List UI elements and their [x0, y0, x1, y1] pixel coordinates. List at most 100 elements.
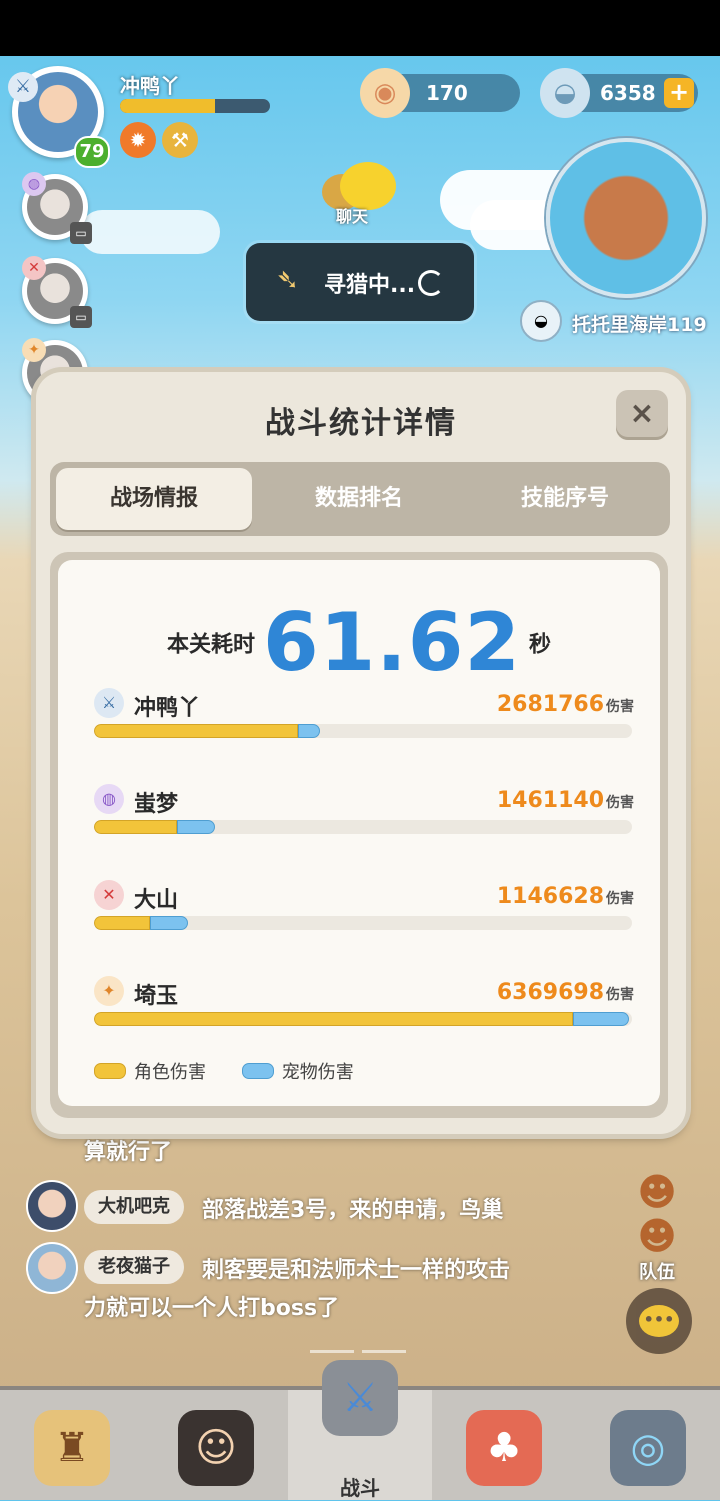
damage-value: 2681766 伤害 — [497, 692, 634, 717]
chat-message: 刺客要是和法师术士一样的攻击 — [202, 1258, 511, 1283]
flame-icon: ✦ — [94, 976, 124, 1006]
pearl-icon: ◉ — [360, 68, 410, 118]
damage-bar — [94, 1012, 632, 1026]
hunting-label: 寻猎中... — [324, 273, 416, 298]
chat-avatar[interactable] — [26, 1180, 78, 1232]
chat-input-button[interactable]: ••• — [626, 1288, 692, 1354]
sword-icon: ⚔ — [8, 72, 38, 102]
shell-location-icon: ◒ — [520, 300, 562, 342]
page-dot — [362, 1350, 406, 1353]
moon-icon: ◍ — [22, 172, 46, 196]
pearl-count: 170 — [426, 81, 468, 105]
player-name: 冲鸭丫 — [120, 74, 180, 98]
chat-dots-icon: ••• — [639, 1305, 679, 1337]
pet-damage-bar — [177, 820, 215, 834]
tab-skill-order[interactable]: 技能序号 — [462, 462, 668, 536]
damage-bar — [94, 724, 632, 738]
teammate-avatar[interactable]: ✕ ▭ — [22, 256, 92, 328]
chat-label: 聊天 — [336, 207, 369, 226]
page-indicator — [310, 1338, 414, 1357]
modal-title: 战斗统计详情 — [265, 406, 457, 441]
legend: 角色伤害 宠物伤害 — [94, 1058, 384, 1084]
player-name: 蚩梦 — [134, 792, 179, 817]
char-damage-bar — [94, 724, 298, 738]
chat-username[interactable]: 大机吧克 — [84, 1190, 184, 1224]
legend-pet-label: 宠物伤害 — [281, 1062, 354, 1083]
loading-spinner-icon — [418, 270, 444, 296]
stats-panel-inner: 本关耗时 61.62 秒 ⚔ 冲鸭丫 2681766 伤害 ◍ 蚩梦 1461140 伤… — [58, 560, 660, 1106]
cloud — [80, 210, 220, 254]
time-unit: 秒 — [529, 632, 552, 658]
damage-unit: 伤害 — [606, 699, 634, 715]
damage-number: 1146628 — [496, 884, 604, 909]
nav-pets[interactable]: ♣ — [432, 1390, 576, 1500]
time-label: 本关耗时 — [166, 632, 255, 658]
damage-value: 6369698 伤害 — [497, 980, 634, 1005]
fire-buff-icon[interactable]: ✹ — [120, 122, 156, 158]
character-icon: ☺ — [178, 1410, 254, 1486]
pet-damage-bar — [298, 724, 320, 738]
player-name: 冲鸭丫 — [134, 696, 201, 721]
shell-count: 6358 — [600, 81, 656, 105]
char-damage-bar — [94, 820, 177, 834]
add-currency-button[interactable]: + — [664, 78, 694, 108]
team-button[interactable]: ☻☻ 队伍 — [618, 1170, 696, 1283]
bottom-nav: ♜ ☺ ⚔ 战斗 ♣ ◎ — [0, 1360, 720, 1500]
sword-icon: ⚔ — [94, 688, 124, 718]
battle-sword-icon: ⚔ — [322, 1360, 398, 1436]
tab-battlefield-info[interactable]: 战场情报 — [56, 468, 252, 530]
chat-message: 部落战差3号，来的申请，鸟巢 — [202, 1198, 504, 1223]
pearl-currency[interactable]: ◉ 170 — [360, 68, 520, 118]
axe-buff-icon[interactable]: ⚒ — [162, 122, 198, 158]
pet-damage-bar — [573, 1012, 629, 1026]
chat-message-continued: 力就可以一个人打boss了 — [84, 1296, 340, 1321]
damage-unit: 伤害 — [606, 795, 634, 811]
close-button[interactable]: × — [616, 390, 668, 440]
player-name: 埼玉 — [134, 984, 179, 1009]
moon-icon: ◍ — [94, 784, 124, 814]
team-icon: ☻☻ — [637, 1170, 677, 1258]
tab-bar: 战场情报 数据排名 技能序号 — [50, 462, 670, 536]
hp-bar — [120, 99, 270, 113]
legend-char-swatch — [94, 1063, 126, 1079]
nav-portal[interactable]: ◎ — [576, 1390, 720, 1500]
minimap[interactable] — [546, 138, 706, 298]
screen-icon: ▭ — [70, 222, 92, 244]
nav-tribe[interactable]: ♜ — [0, 1390, 144, 1500]
tab-data-ranking[interactable]: 数据排名 — [256, 462, 462, 536]
stats-panel: 本关耗时 61.62 秒 ⚔ 冲鸭丫 2681766 伤害 ◍ 蚩梦 1461140 伤… — [50, 552, 668, 1118]
char-damage-bar — [94, 1012, 573, 1026]
nav-character[interactable]: ☺ — [144, 1390, 288, 1500]
legend-char-label: 角色伤害 — [134, 1062, 206, 1083]
damage-number: 2681766 — [496, 692, 604, 717]
location-label: 托托里海岸119 — [572, 314, 707, 336]
nav-battle[interactable]: ⚔ 战斗 — [288, 1360, 432, 1500]
nav-battle-label: 战斗 — [340, 1476, 380, 1500]
chat-username[interactable]: 老夜猫子 — [84, 1250, 184, 1284]
hp-bar-fill — [120, 99, 215, 113]
damage-number: 6369698 — [496, 980, 604, 1005]
damage-value: 1461140 伤害 — [497, 788, 634, 813]
level-badge: 79 — [74, 136, 110, 168]
time-row: 本关耗时 61.62 秒 — [58, 596, 660, 689]
damage-unit: 伤害 — [606, 891, 634, 907]
shell-currency[interactable]: ◒ 6358 + — [540, 68, 698, 118]
legend-pet-swatch — [241, 1063, 274, 1079]
horn-icon: ➴ — [276, 263, 300, 296]
dino-pet-icon: ♣ — [466, 1410, 542, 1486]
damage-value: 1146628 伤害 — [497, 884, 634, 909]
char-damage-bar — [94, 916, 150, 930]
chat-partial-line: 算就行了 — [84, 1140, 173, 1165]
teammate-avatar[interactable]: ◍ ▭ — [22, 172, 92, 244]
player-damage-row: ✕ 大山 1146628 伤害 — [94, 880, 634, 950]
battle-stats-modal: 战斗统计详情 × 战场情报 数据排名 技能序号 本关耗时 61.62 秒 ⚔ 冲鸭丫… — [36, 372, 686, 1134]
player-damage-row: ⚔ 冲鸭丫 2681766 伤害 — [94, 688, 634, 758]
damage-unit: 伤害 — [606, 987, 634, 1003]
tribe-icon: ♜ — [34, 1410, 110, 1486]
page-dot — [310, 1350, 354, 1353]
claw-icon: ✕ — [94, 880, 124, 910]
pet-damage-bar — [150, 916, 188, 930]
chat-avatar[interactable] — [26, 1242, 78, 1294]
claw-icon: ✕ — [22, 256, 46, 280]
hunting-button[interactable]: ➴ 寻猎中... — [246, 243, 474, 321]
